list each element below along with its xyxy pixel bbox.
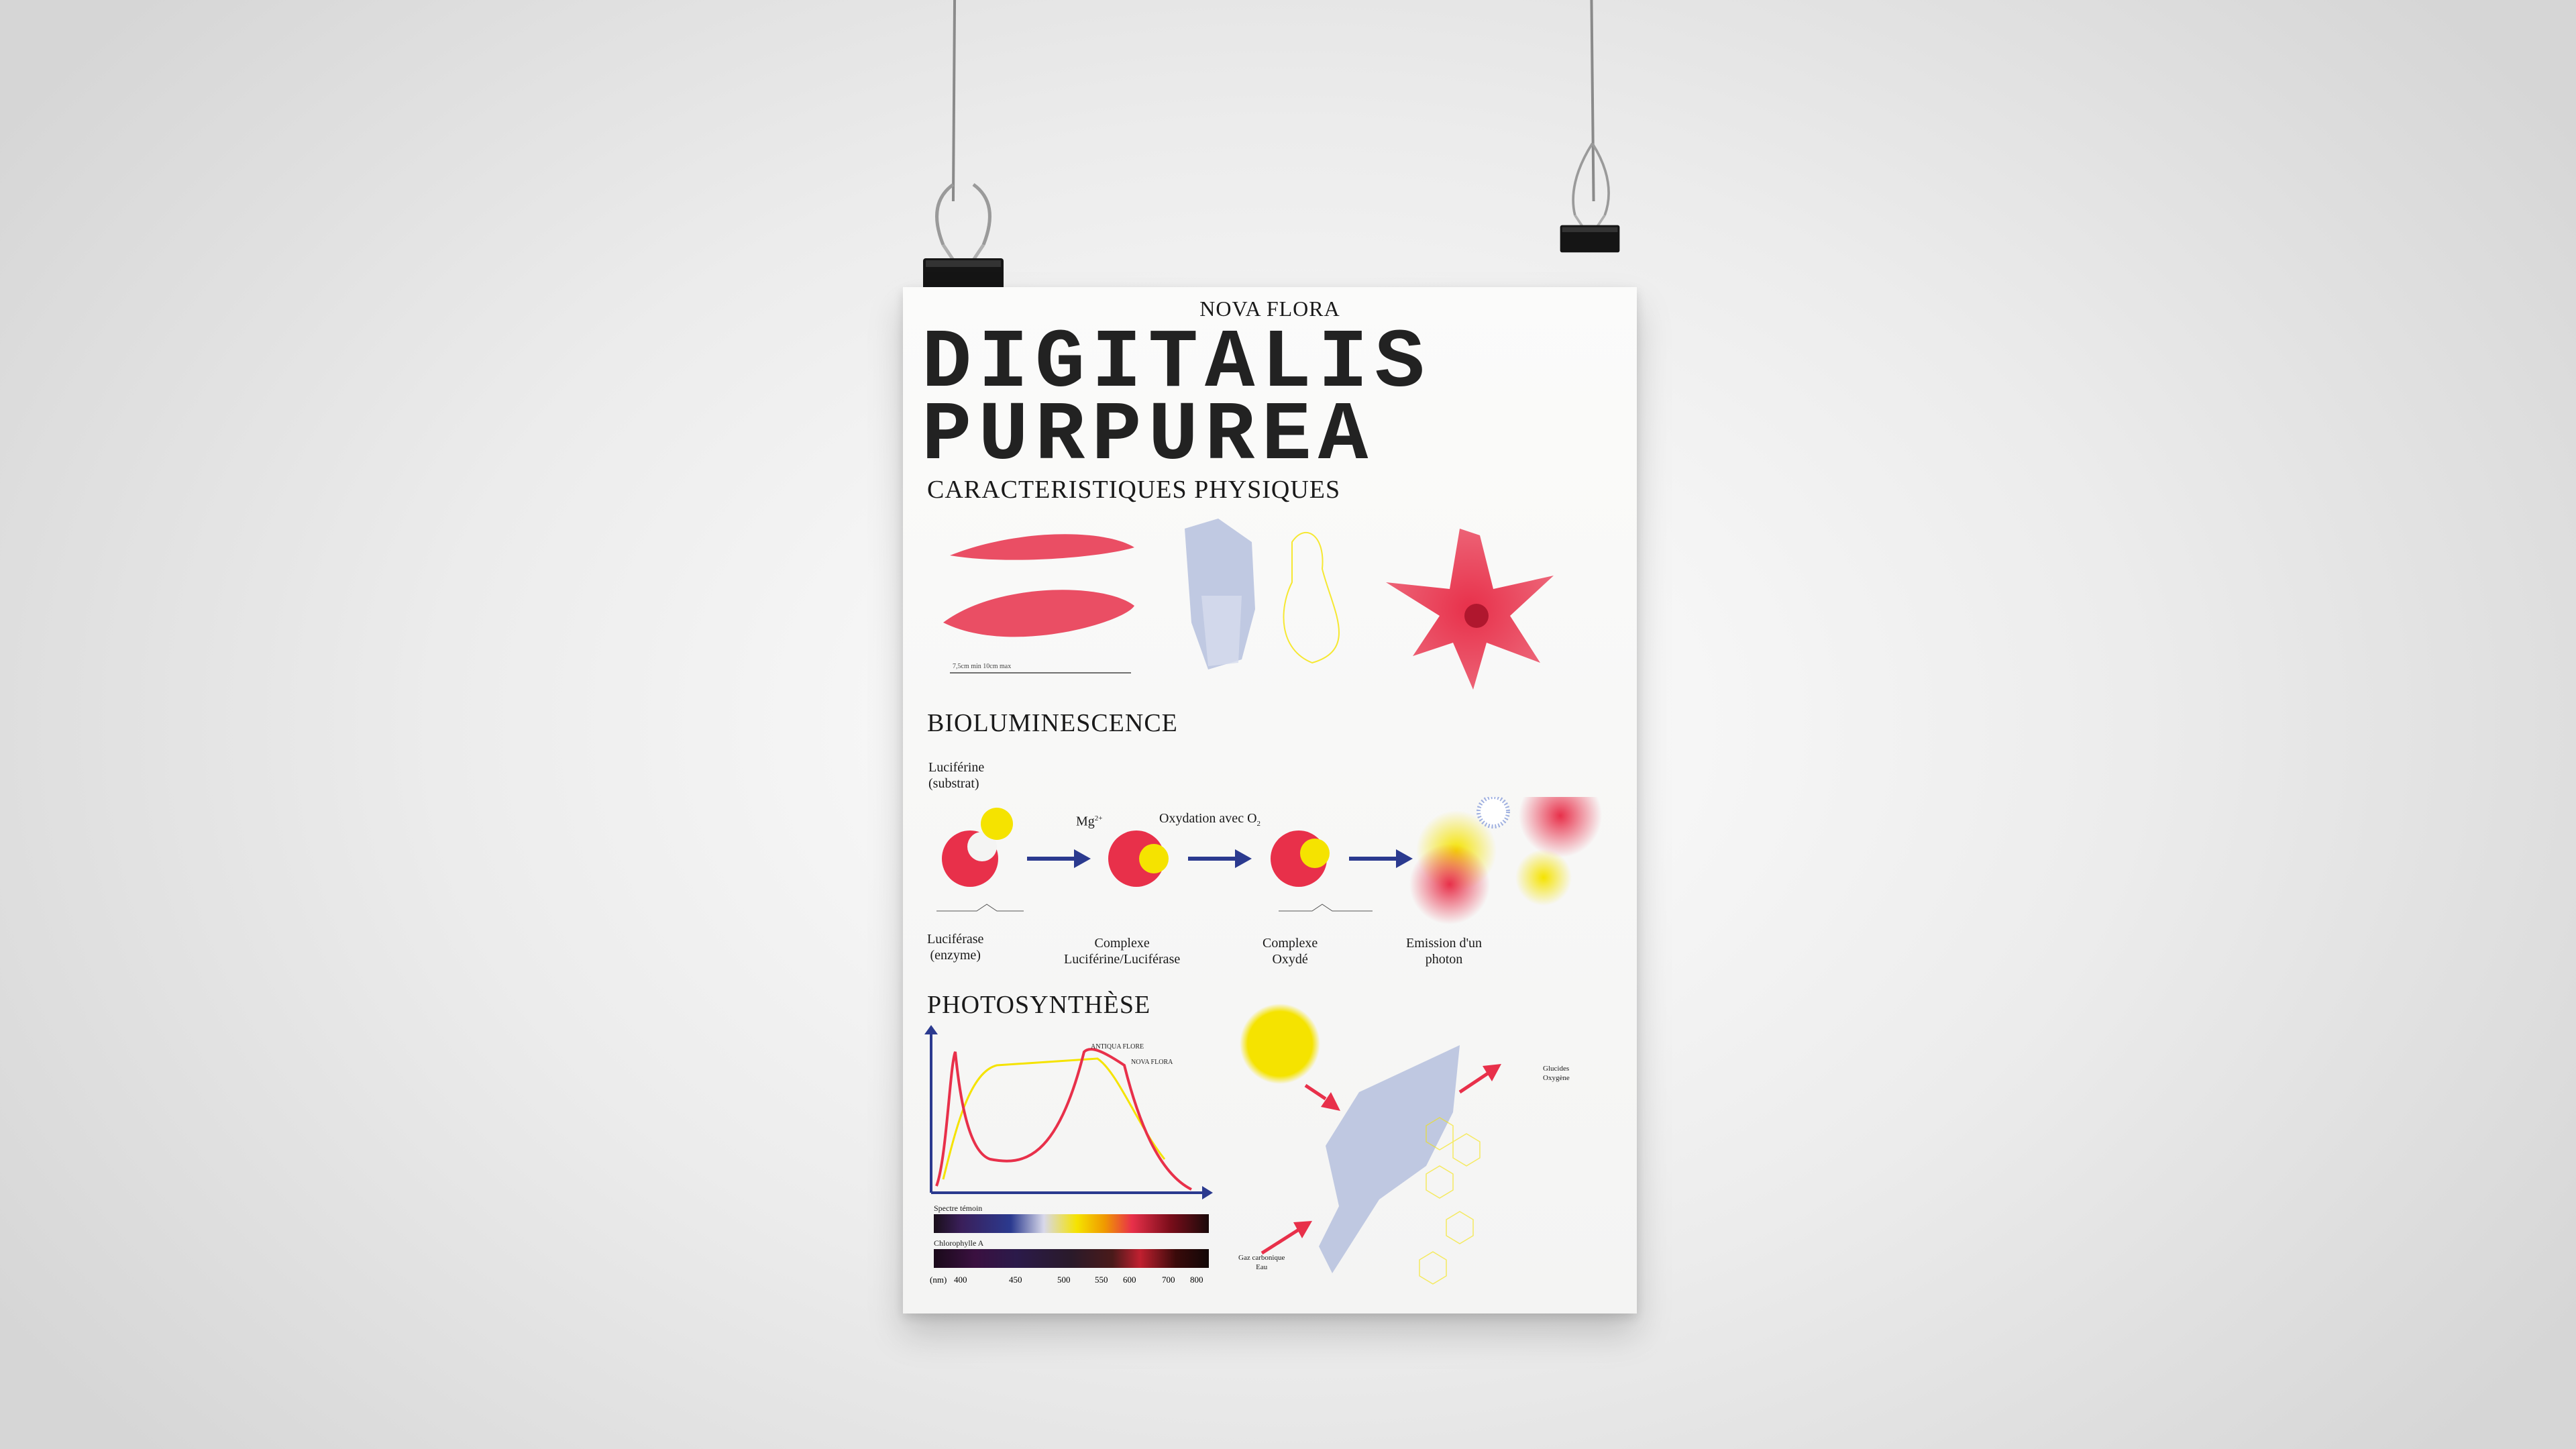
arrow-step-3 (1396, 849, 1413, 868)
tick-500: 500 (1057, 1275, 1071, 1285)
photon-burst (1477, 797, 1510, 828)
absorption-spectrum-chart: ANTIQUA FLORE NOVA FLORA (924, 1025, 1213, 1199)
tick-700: 700 (1162, 1275, 1175, 1285)
luciferin-substrate (981, 808, 1013, 840)
section-title-biolum: BIOLUMINESCENCE (927, 709, 1178, 737)
tick-550: 550 (1095, 1275, 1108, 1285)
leaf-wide-illustration (943, 590, 1134, 637)
leaf-narrow-illustration (950, 534, 1134, 560)
photon-emission-yellow-2 (1515, 849, 1572, 906)
hanging-wire-left (951, 0, 957, 202)
arrow-step-1 (1074, 849, 1091, 868)
unit-label: (nm) (930, 1275, 947, 1285)
photon-emission-red-2 (1519, 797, 1602, 857)
title-line-2: PURPUREA (922, 390, 1375, 484)
mg-label: Mg2+ (1076, 814, 1103, 829)
arrow-step-2 (1235, 849, 1252, 868)
wavelength-axis: (nm) 400 450 500 550 600 700 800 (930, 1275, 1212, 1289)
arrow-leaf-to-output (1483, 1064, 1501, 1081)
curve-yellow (942, 1057, 1166, 1180)
spectrum-bar-control (934, 1214, 1209, 1233)
substrate-label: Luciférine (substrat) (928, 760, 985, 791)
tick-450: 450 (1009, 1275, 1022, 1285)
photon-emission-red-1 (1409, 844, 1490, 924)
emission-label: Emission d'un photon (1406, 936, 1483, 967)
complex2-label: Complexe Oxydé (1263, 936, 1318, 967)
oxidation-label: Oxydation avec O2 (1159, 811, 1261, 828)
curve-label-antiqua: ANTIQUA FLORE (1091, 1043, 1144, 1051)
section-title-physical: CARACTERISTIQUES PHYSIQUES (927, 476, 1341, 504)
scale-note: 7,5cm min 10cm max (953, 663, 1011, 670)
curve-label-nova: NOVA FLORA (1131, 1059, 1173, 1066)
output-label: Glucides Oxygène (1543, 1065, 1570, 1082)
tick-400: 400 (954, 1275, 967, 1285)
tick-600: 600 (1123, 1275, 1136, 1285)
binder-clip-left (923, 182, 1004, 292)
physical-illustrations: 7,5cm min 10cm max (943, 519, 1554, 690)
section-title-photo: PHOTOSYNTHÈSE (927, 991, 1151, 1019)
poster: NOVA FLORA DIGITALIS PURPUREA CARACTERIS… (903, 287, 1637, 1313)
spectre-label: Spectre témoin (934, 1203, 983, 1213)
stamen-outline-illustration (1283, 531, 1340, 664)
sun-illustration (1240, 1004, 1320, 1084)
spectrum-bar-chlorophyll (934, 1249, 1209, 1268)
enzyme-label: Luciférase (enzyme) (927, 932, 984, 963)
binder-clip-right (1560, 142, 1620, 253)
tick-800: 800 (1190, 1275, 1203, 1285)
input-label: Gaz carbonique Eau (1238, 1254, 1285, 1271)
photosynthesis-illustration (1240, 1004, 1501, 1285)
leaf-illustration (1319, 1045, 1460, 1273)
arrow-sun-to-leaf (1321, 1092, 1340, 1111)
complex1-label: Complexe Luciférine/Luciférase (1064, 936, 1181, 967)
curve-red (935, 1048, 1192, 1191)
chloro-label: Chlorophylle A (934, 1238, 984, 1248)
